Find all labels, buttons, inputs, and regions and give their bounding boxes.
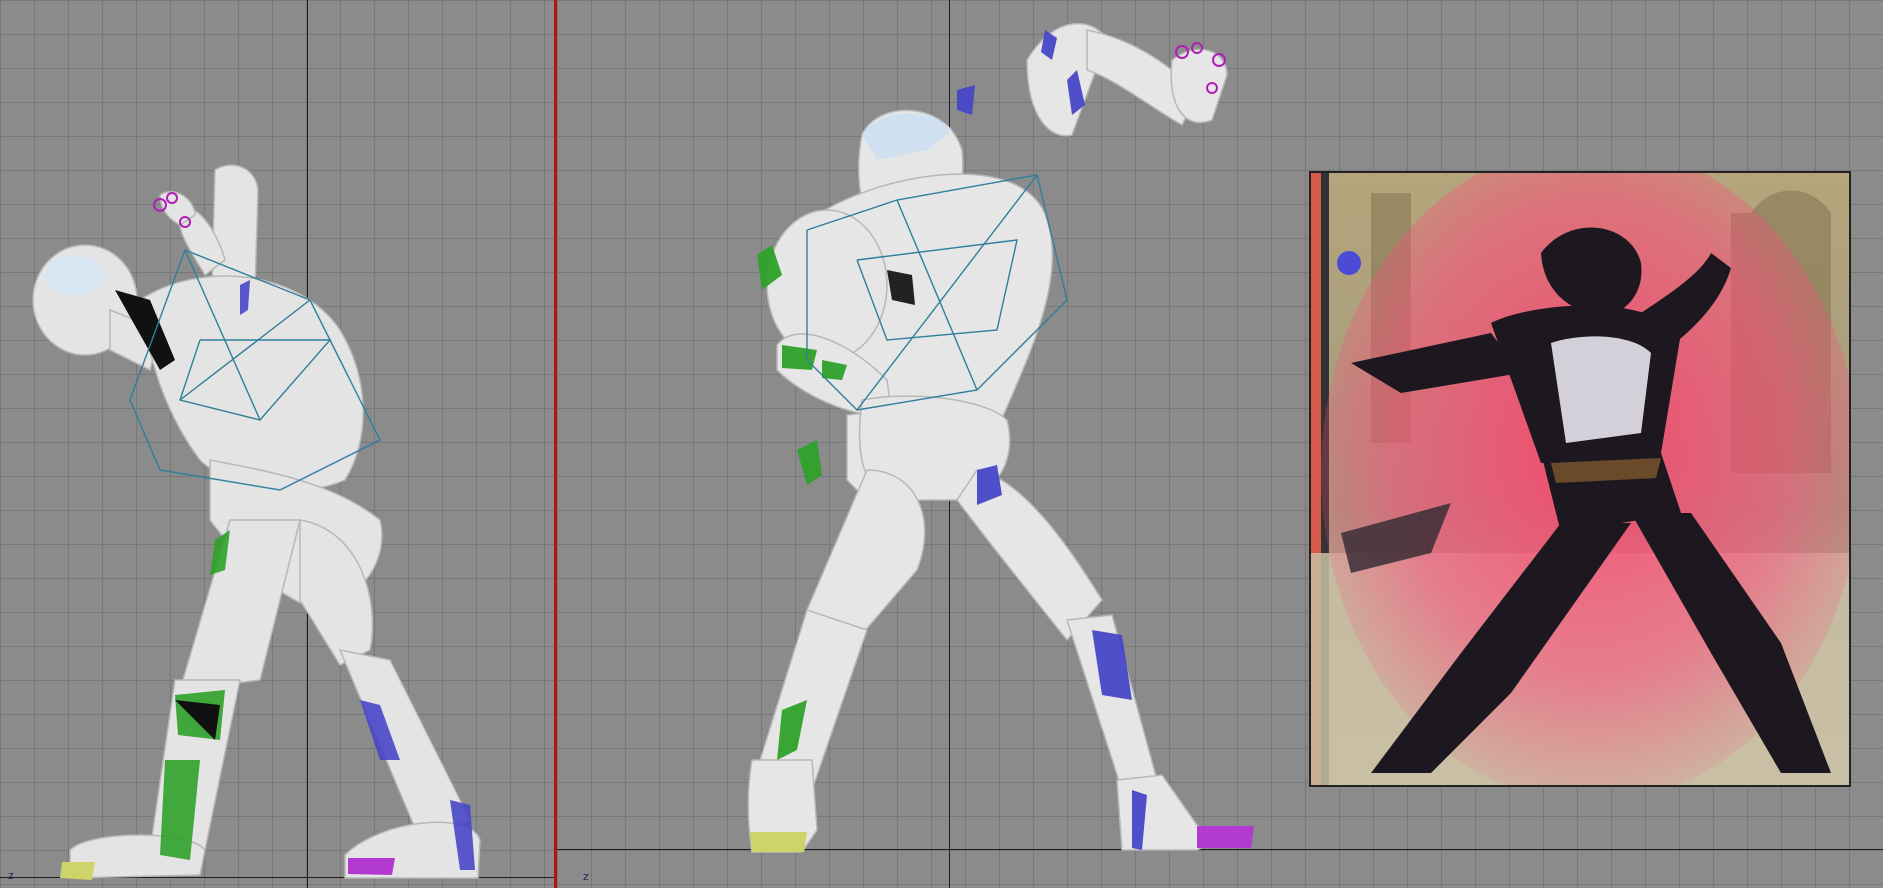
viewport-side[interactable]: z	[0, 0, 554, 888]
reference-art-image	[1309, 171, 1851, 787]
reference-art-icon	[1311, 173, 1849, 785]
mannequin-side-view[interactable]	[0, 0, 554, 888]
